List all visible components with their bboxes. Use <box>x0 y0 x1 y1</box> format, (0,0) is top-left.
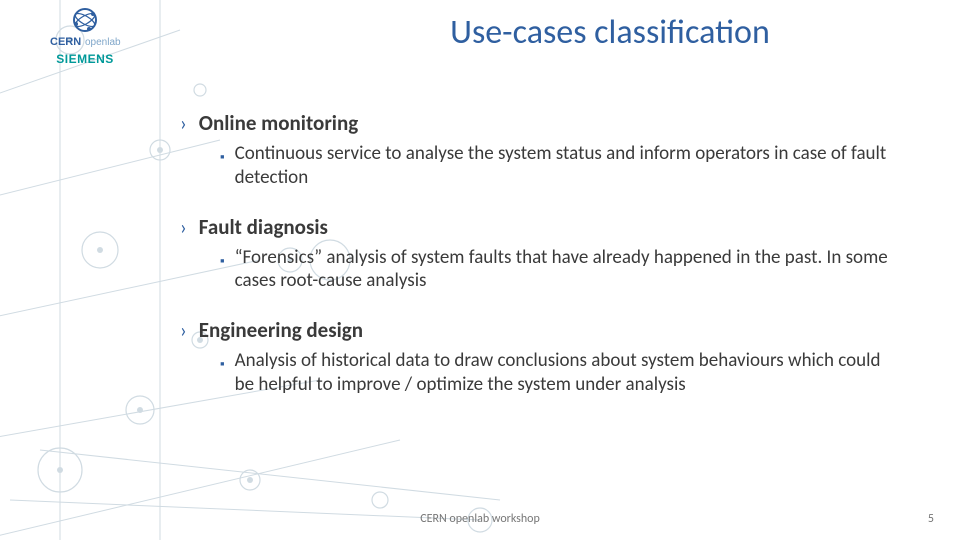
list-item: › Engineering design ▪ Analysis of histo… <box>180 317 900 397</box>
list-subitem-text: “Forensics” analysis of system faults th… <box>235 246 900 294</box>
logo-text-cern: CERN <box>50 36 81 48</box>
chevron-right-icon: › <box>180 218 187 238</box>
list-subitem-text: Analysis of historical data to draw conc… <box>235 349 900 397</box>
slide: CERN openlab SIEMENS Use-cases classific… <box>0 0 960 540</box>
logo-block: CERN openlab SIEMENS <box>30 6 140 66</box>
square-bullet-icon: ▪ <box>220 149 225 167</box>
square-bullet-icon: ▪ <box>220 253 225 271</box>
square-bullet-icon: ▪ <box>220 356 225 374</box>
footer-text: CERN openlab workshop <box>0 512 960 526</box>
list-subitem-text: Continuous service to analyse the system… <box>235 142 900 190</box>
page-number: 5 <box>928 512 934 526</box>
list-item: › Fault diagnosis ▪ “Forensics” analysis… <box>180 214 900 294</box>
list-subitem: ▪ Continuous service to analyse the syst… <box>220 142 900 190</box>
list-item-head: › Online monitoring <box>180 110 900 136</box>
list-item-head: › Engineering design <box>180 317 900 343</box>
slide-title: Use-cases classification <box>300 12 920 53</box>
siemens-logo-text: SIEMENS <box>30 52 140 66</box>
chevron-right-icon: › <box>180 321 187 341</box>
chevron-right-icon: › <box>180 114 187 134</box>
content-area: › Online monitoring ▪ Continuous service… <box>180 110 900 421</box>
list-item-title: Online monitoring <box>199 110 358 136</box>
cern-openlab-logo: CERN openlab <box>30 6 140 50</box>
list-item-head: › Fault diagnosis <box>180 214 900 240</box>
logo-text-openlab: openlab <box>85 37 121 48</box>
list-item-title: Fault diagnosis <box>199 214 328 240</box>
list-subitem: ▪ Analysis of historical data to draw co… <box>220 349 900 397</box>
list-item-title: Engineering design <box>199 317 363 343</box>
list-item: › Online monitoring ▪ Continuous service… <box>180 110 900 190</box>
list-subitem: ▪ “Forensics” analysis of system faults … <box>220 246 900 294</box>
